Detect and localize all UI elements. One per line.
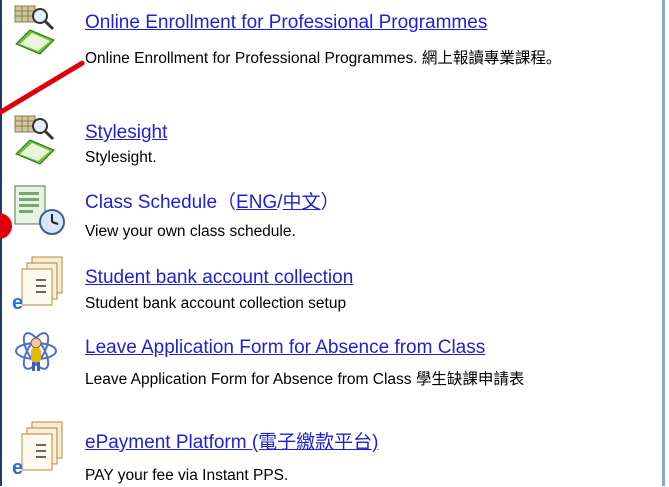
svg-text:e: e xyxy=(12,292,23,311)
class-schedule-chinese-link[interactable]: 中文 xyxy=(283,192,321,213)
book-search-icon[interactable] xyxy=(12,0,78,56)
class-schedule-title-prefix: Class Schedule（ xyxy=(85,192,237,213)
class-schedule-description: View your own class schedule. xyxy=(85,223,296,240)
stylesight-description: Stylesight. xyxy=(85,149,157,166)
bank-account-link-text[interactable]: Student bank account collection xyxy=(85,267,353,288)
class-schedule-title: Class Schedule（ENG/中文） xyxy=(85,192,340,214)
online-enrollment-link[interactable]: Online Enrollment for Professional Progr… xyxy=(85,12,487,34)
class-schedule-title-suffix: ） xyxy=(320,192,340,213)
class-schedule-eng-link[interactable]: ENG xyxy=(236,192,277,213)
e-documents-icon[interactable]: e xyxy=(12,255,78,314)
annotation-red-dot xyxy=(0,213,12,239)
leave-application-description: Leave Application Form for Absence from … xyxy=(85,371,525,388)
online-enrollment-description: Online Enrollment for Professional Progr… xyxy=(85,50,562,67)
online-enrollment-link-text[interactable]: Online Enrollment for Professional Progr… xyxy=(85,12,487,33)
epayment-link-text[interactable]: ePayment Platform (電子繳款平台) xyxy=(85,432,379,453)
frame-right-margin xyxy=(665,0,669,486)
bank-account-description: Student bank account collection setup xyxy=(85,295,347,312)
document-clock-icon[interactable] xyxy=(12,180,78,236)
epayment-description: PAY your fee via Instant PPS. xyxy=(85,467,289,484)
stylesight-link-text[interactable]: Stylesight xyxy=(85,122,167,143)
book-search-icon[interactable] xyxy=(12,110,78,166)
atom-person-icon[interactable] xyxy=(12,325,78,381)
frame-left-border xyxy=(0,0,2,486)
svg-text:e: e xyxy=(12,457,23,476)
e-documents-icon[interactable]: e xyxy=(12,420,78,479)
leave-application-link-text[interactable]: Leave Application Form for Absence from … xyxy=(85,337,485,358)
epayment-link[interactable]: ePayment Platform (電子繳款平台) xyxy=(85,432,379,454)
stylesight-link[interactable]: Stylesight xyxy=(85,122,167,144)
bank-account-link[interactable]: Student bank account collection xyxy=(85,267,353,289)
leave-application-link[interactable]: Leave Application Form for Absence from … xyxy=(85,337,485,359)
